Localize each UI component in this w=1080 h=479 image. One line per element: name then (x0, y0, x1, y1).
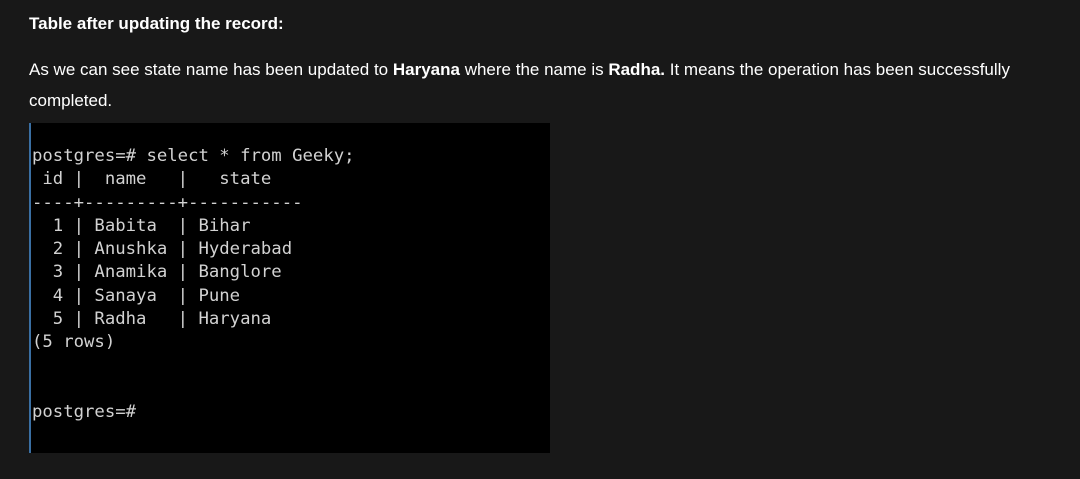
terminal-screenshot: postgres=# select * from Geeky; id | nam… (29, 123, 550, 453)
table-row: 1 | Babita | Bihar (32, 215, 251, 236)
table-header-line: id | name | state (32, 169, 272, 190)
table-row: 5 | Radha | Haryana (32, 309, 272, 330)
table-row: 3 | Anamika | Banglore (32, 262, 282, 283)
table-row: 2 | Anushka | Hyderabad (32, 239, 293, 260)
paragraph-text-2: where the name is (459, 60, 609, 79)
terminal-query-line: postgres=# select * from Geeky; (32, 146, 355, 166)
table-row: 4 | Sanaya | Pune (32, 285, 241, 306)
terminal-output: postgres=# select * from Geeky; id | nam… (32, 145, 355, 425)
row-count-line: (5 rows) (32, 332, 116, 353)
table-separator-line: ----+---------+----------- (32, 192, 303, 213)
paragraph-bold-state: Haryana (392, 60, 460, 79)
description-paragraph: As we can see state name has been update… (29, 54, 1039, 116)
terminal-prompt: postgres=# (32, 402, 137, 423)
paragraph-bold-name: Radha. (608, 60, 666, 79)
paragraph-text-1: As we can see state name has been update… (29, 60, 393, 79)
section-heading: Table after updating the record: (29, 14, 284, 33)
